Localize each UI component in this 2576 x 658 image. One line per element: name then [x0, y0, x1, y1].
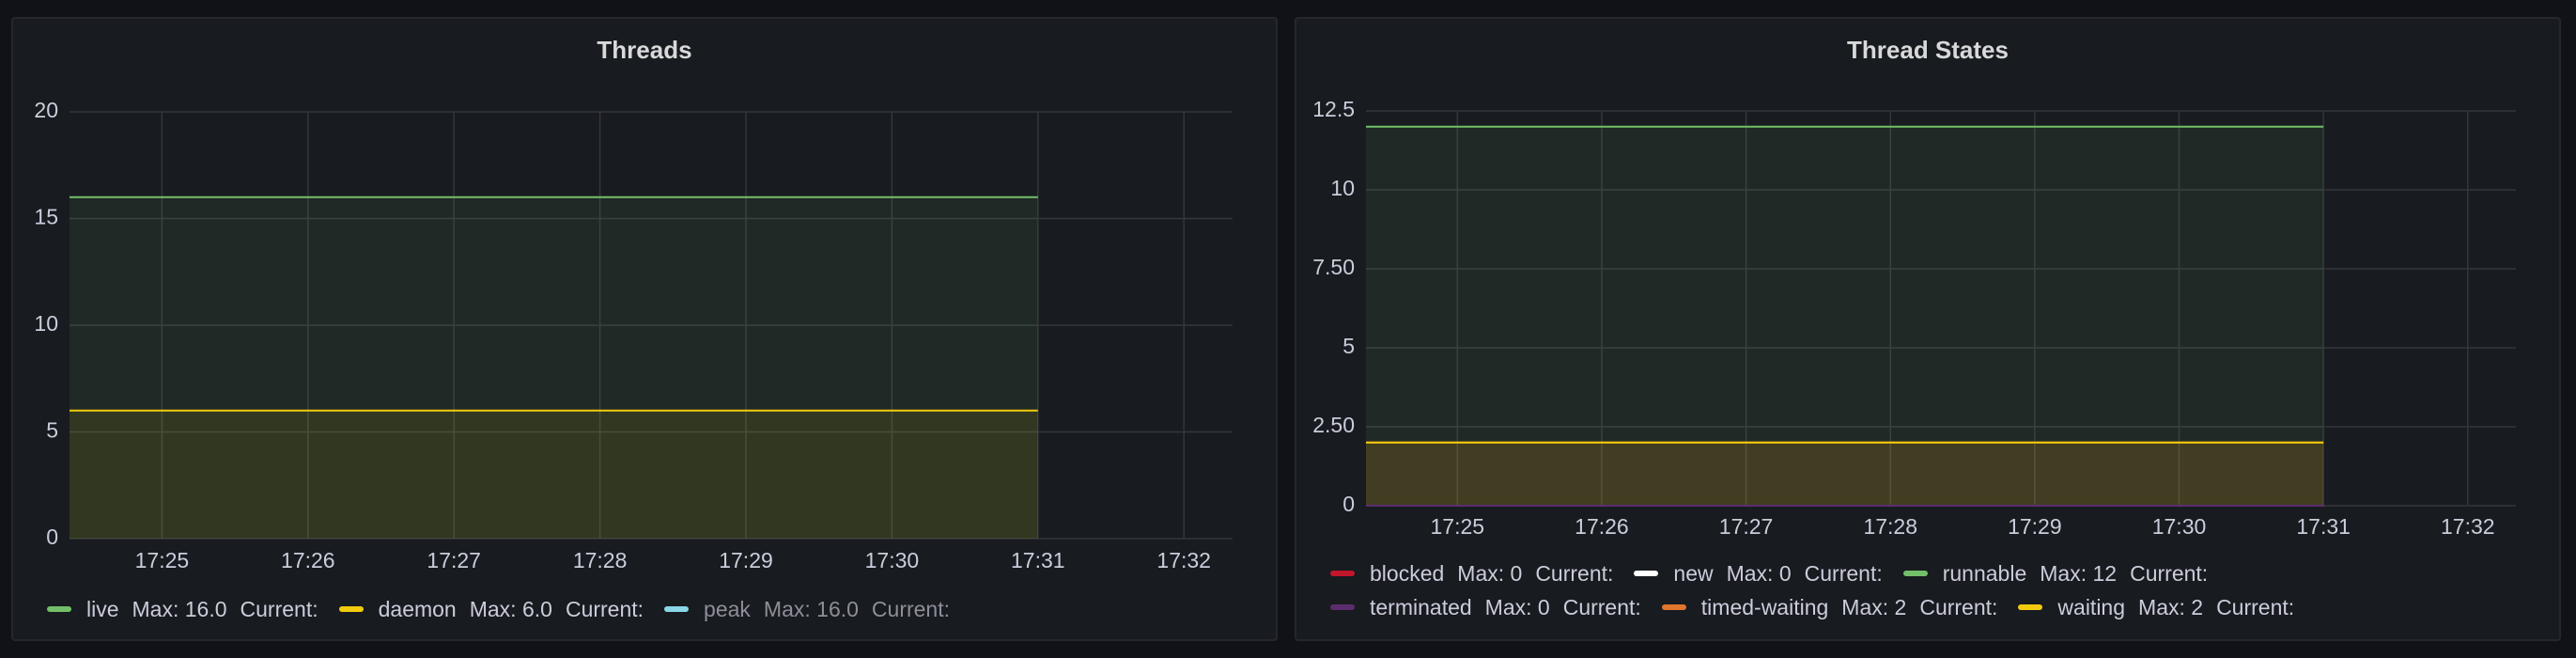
- legend-current: Current:: [240, 596, 318, 621]
- y-tick-label: 2.50: [1312, 413, 1355, 437]
- legend-max: Max: 16.0: [132, 596, 227, 621]
- x-tick-label: 17:28: [1863, 514, 1917, 539]
- x-tick-label: 17:29: [719, 548, 773, 572]
- legend: blocked Max: 0 Current: new Max: 0 Curre…: [1330, 556, 2540, 624]
- y-tick-label: 5: [1342, 334, 1355, 358]
- x-tick-label: 17:26: [281, 548, 335, 572]
- thread-states-panel: Thread States 0 2.50 5 7.50 10 12.5 17:25 17:26…: [1295, 17, 2561, 641]
- threads-panel: Threads 0 5 10 15 20 17:25 17:26 17:27 17:28 17:2…: [11, 17, 1278, 641]
- series-swatch-icon: [1634, 571, 1659, 576]
- legend-item-blocked[interactable]: blocked Max: 0 Current:: [1330, 561, 1613, 587]
- x-tick-label: 17:27: [1719, 514, 1774, 539]
- legend-max: Max: 0: [1726, 560, 1792, 586]
- x-tick-label: 17:28: [573, 548, 628, 572]
- legend-item-new[interactable]: new Max: 0 Current:: [1634, 560, 1883, 587]
- legend-item-waiting[interactable]: waiting Max: 2 Current:: [2018, 595, 2294, 620]
- legend-item-terminated[interactable]: terminated Max: 0 Current:: [1330, 595, 1641, 620]
- legend-max: Max: 0: [1484, 594, 1550, 619]
- series-swatch-icon: [1902, 571, 1928, 576]
- legend-current: Current:: [1919, 594, 1998, 619]
- y-tick-label: 0: [46, 525, 58, 549]
- series-swatch-icon: [47, 606, 71, 612]
- legend-current: Current:: [2130, 560, 2209, 586]
- legend-current: Current:: [565, 596, 644, 621]
- legend-current: Current:: [871, 596, 951, 621]
- legend-label: timed-waiting: [1700, 594, 1829, 619]
- y-tick-label: 12.5: [1312, 97, 1355, 121]
- legend-current: Current:: [1535, 560, 1614, 586]
- series-swatch-icon: [1330, 571, 1355, 576]
- x-tick-label: 17:31: [1011, 548, 1065, 572]
- legend-current: Current:: [1562, 594, 1641, 619]
- x-tick-label: 17:26: [1575, 514, 1629, 539]
- y-tick-label: 15: [34, 205, 58, 229]
- legend-item-daemon[interactable]: daemon Max: 6.0 Current:: [338, 596, 644, 622]
- legend-max: Max: 12: [2040, 560, 2118, 586]
- y-tick-label: 10: [34, 311, 58, 336]
- thread-states-chart[interactable]: 0 2.50 5 7.50 10 12.5 17:25 17:26 17:27 17:28 17:2…: [1296, 19, 2561, 573]
- series-swatch-icon: [664, 606, 690, 612]
- legend-current: Current:: [1804, 560, 1883, 586]
- legend-label: terminated: [1370, 594, 1472, 619]
- legend-label: runnable: [1942, 560, 2027, 586]
- legend-current: Current:: [2216, 594, 2295, 619]
- x-tick-label: 17:30: [865, 548, 920, 572]
- legend-label: new: [1673, 560, 1714, 586]
- legend-max: Max: 16.0: [763, 596, 859, 621]
- legend-label: live: [86, 596, 119, 621]
- legend-label: peak: [704, 596, 751, 621]
- series-area-daemon: [70, 410, 1038, 539]
- legend: live Max: 16.0 Current: daemon Max: 6.0 …: [47, 592, 1257, 626]
- legend-item-peak[interactable]: peak Max: 16.0 Current:: [664, 597, 950, 622]
- legend-max: Max: 0: [1457, 560, 1523, 586]
- legend-max: Max: 2: [2138, 594, 2204, 619]
- series-area-waiting: [1366, 442, 2324, 506]
- x-tick-label: 17:30: [2152, 514, 2207, 539]
- x-tick-label: 17:25: [1431, 514, 1485, 539]
- x-tick-label: 17:27: [427, 548, 481, 572]
- y-tick-label: 10: [1330, 176, 1355, 200]
- legend-label: daemon: [378, 596, 457, 621]
- series-swatch-icon: [1661, 604, 1686, 610]
- legend-row: terminated Max: 0 Current: timed-waiting…: [1330, 590, 2540, 624]
- series-swatch-icon: [2018, 604, 2043, 610]
- legend-row: live Max: 16.0 Current: daemon Max: 6.0 …: [47, 592, 1257, 626]
- legend-max: Max: 6.0: [469, 596, 552, 621]
- x-tick-label: 17:31: [2296, 514, 2351, 539]
- y-tick-label: 5: [46, 418, 58, 443]
- x-tick-label: 17:32: [1156, 548, 1211, 572]
- threads-chart[interactable]: 0 5 10 15 20 17:25 17:26 17:27 17:28 17:29 17:30 17…: [13, 19, 1278, 583]
- x-tick-label: 17:25: [135, 548, 190, 572]
- y-tick-label: 0: [1342, 492, 1355, 516]
- legend-label: blocked: [1370, 560, 1445, 586]
- legend-label: waiting: [2057, 594, 2126, 619]
- x-tick-label: 17:29: [2008, 514, 2062, 539]
- legend-max: Max: 2: [1841, 594, 1907, 619]
- legend-item-timed-waiting[interactable]: timed-waiting Max: 2 Current:: [1661, 594, 1998, 620]
- legend-item-live[interactable]: live Max: 16.0 Current:: [47, 597, 318, 622]
- legend-item-runnable[interactable]: runnable Max: 12 Current:: [1902, 560, 2209, 587]
- series-swatch-icon: [1330, 604, 1355, 610]
- series-swatch-icon: [338, 606, 364, 612]
- y-tick-label: 20: [34, 98, 58, 122]
- y-tick-label: 7.50: [1312, 255, 1355, 279]
- legend-row: blocked Max: 0 Current: new Max: 0 Curre…: [1330, 556, 2540, 590]
- x-tick-label: 17:32: [2441, 514, 2495, 539]
